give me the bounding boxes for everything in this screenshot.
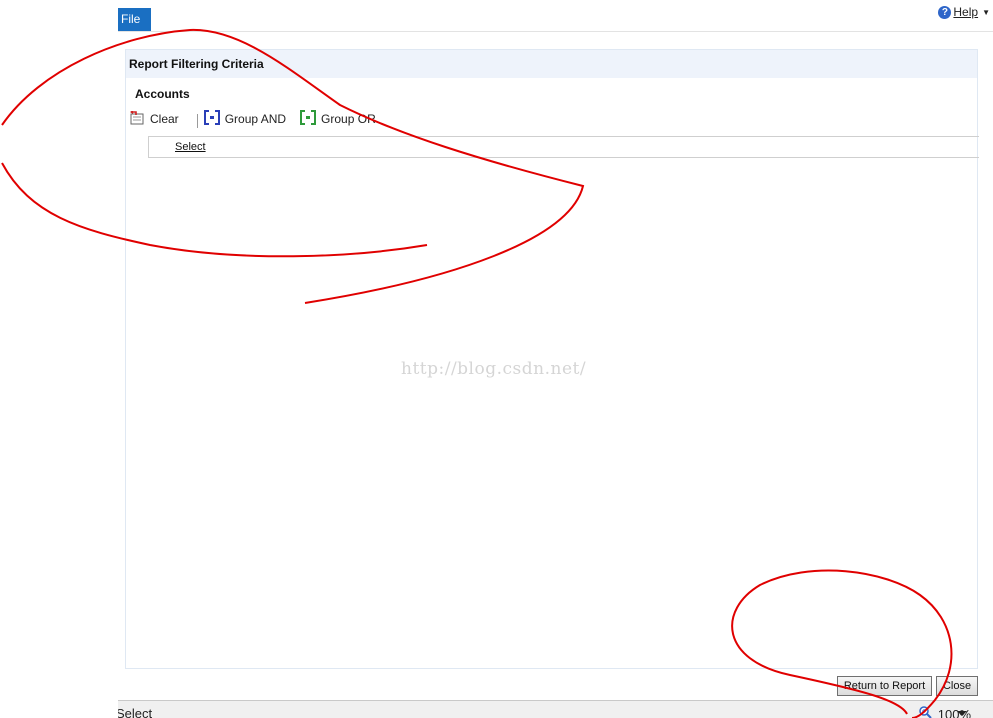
status-bar: Select 100% (118, 700, 993, 718)
group-or-label: Group OR (321, 112, 376, 126)
watermark: http://blog.csdn.net/ (401, 359, 587, 379)
select-field-link[interactable]: Select (175, 141, 206, 153)
close-button[interactable]: Close (936, 676, 978, 696)
toolbar-separator (196, 113, 198, 128)
panel-title: Report Filtering Criteria (126, 50, 977, 78)
clear-label: Clear (150, 112, 179, 126)
group-or-icon (300, 110, 317, 128)
zoom-icon (919, 706, 932, 718)
status-text: Select (118, 706, 153, 718)
group-and-label: Group AND (224, 112, 287, 126)
report-filter-window: File ? Help ▼ Report Filtering Criteria … (0, 0, 993, 718)
help-menu[interactable]: ? Help ▼ (938, 3, 990, 21)
menu-bar: File ? Help ▼ (118, 0, 993, 32)
entity-label: Accounts (135, 87, 190, 101)
file-menu-button[interactable]: File (118, 8, 151, 31)
zoom-dropdown-icon[interactable] (957, 711, 967, 716)
help-icon: ? (938, 5, 952, 19)
help-label: Help (953, 5, 979, 19)
group-and-button[interactable]: Group AND (203, 110, 287, 128)
return-to-report-button[interactable]: Return to Report (837, 676, 932, 696)
criteria-grid: Select (148, 136, 979, 158)
group-or-button[interactable]: Group OR (300, 110, 376, 128)
filter-toolbar: Clear Group AND Group OR (130, 109, 390, 128)
group-and-icon (203, 110, 220, 128)
clear-icon (130, 109, 145, 128)
chevron-down-icon: ▼ (982, 7, 990, 17)
clear-button[interactable]: Clear (130, 109, 179, 128)
